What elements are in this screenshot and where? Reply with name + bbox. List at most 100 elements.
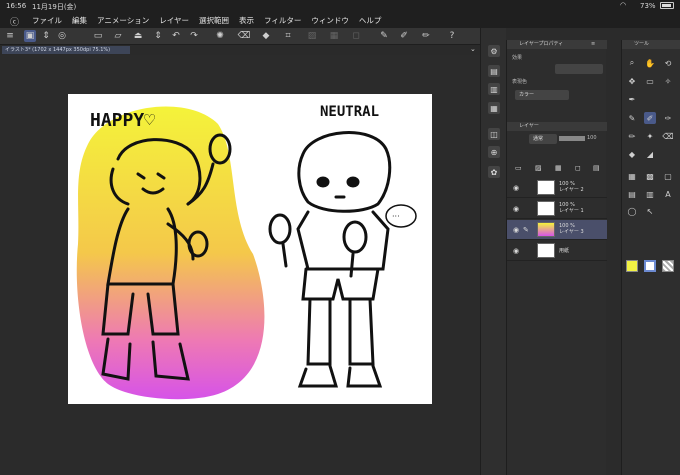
curve-icon[interactable]: ✐	[398, 30, 410, 42]
menu-selection[interactable]: 選択範囲	[199, 15, 229, 26]
fill-icon[interactable]: ◆	[260, 30, 272, 42]
blend-tool-icon[interactable]: ◆	[626, 148, 638, 160]
menu-animation[interactable]: アニメーション	[97, 15, 149, 26]
menu-dots-icon[interactable]: ≡	[591, 40, 595, 49]
eye-icon[interactable]: ◉	[513, 205, 519, 213]
layer-row[interactable]: ◉ 用紙	[507, 241, 607, 261]
figure-icon[interactable]: ▩	[644, 170, 656, 182]
transparent-color-swatch[interactable]	[662, 260, 674, 272]
brush-tool-icon[interactable]: ✑	[662, 112, 674, 124]
sub-color-swatch[interactable]	[644, 260, 656, 272]
color-label: 表現色	[512, 79, 528, 85]
delete-icon[interactable]: ▤	[593, 164, 600, 172]
new-canvas-icon[interactable]: ▣	[24, 30, 36, 42]
updown-icon-2[interactable]: ⇕	[152, 30, 164, 42]
color-mode-select[interactable]: カラー	[515, 90, 569, 100]
opacity-slider[interactable]	[559, 136, 585, 141]
layer-name: 用紙	[559, 248, 570, 254]
menu-bar: ⓒ ファイル 編集 アニメーション レイヤー 選択範囲 表示 フィルター ウィン…	[0, 12, 680, 28]
hand-icon[interactable]: ✋	[644, 57, 656, 69]
move-icon[interactable]: ✥	[626, 75, 638, 87]
ruler-tool-icon[interactable]: ▥	[644, 188, 656, 200]
app-logo-icon[interactable]: ⓒ	[10, 15, 19, 28]
layer-property-title: レイヤープロパティ	[519, 41, 564, 47]
brush-size-icon[interactable]: ▦	[488, 102, 500, 114]
drawing-paper[interactable]: HAPPY♡ NEUTRAL ···	[68, 94, 432, 404]
open-folder-icon[interactable]: ▱	[112, 30, 124, 42]
tool-panel-title: ツール	[634, 41, 650, 47]
pen-tool-icon[interactable]: ✎	[626, 112, 638, 124]
fill-tool-icon[interactable]: ◢	[644, 148, 656, 160]
date: 11月19日(金)	[32, 3, 77, 11]
tool-panel: ツール ⌕ ✋ ⟲ ✥ ▭ ✧ ✒ ✎ ✐ ✑ ✏ ✦ ⌫ ◆ ◢ ▦ ▩ ▢ …	[621, 40, 680, 475]
eraser-icon[interactable]: ⌫	[662, 130, 674, 142]
transform-icon[interactable]: ⌗	[282, 30, 294, 42]
blend-mode-select[interactable]: 通常	[529, 134, 557, 144]
text-icon[interactable]: A	[662, 188, 674, 200]
tool-property-icon[interactable]: ▥	[488, 83, 500, 95]
ruler-icon[interactable]: ✎	[378, 30, 390, 42]
magic-wand-icon[interactable]: ✧	[662, 75, 674, 87]
mask-icon[interactable]: ◻	[575, 164, 581, 172]
undo-icon[interactable]: ↶	[170, 30, 182, 42]
layer-icon[interactable]: ◫	[488, 128, 500, 140]
new-layer-icon[interactable]: ▭	[515, 164, 522, 172]
redo-icon[interactable]: ↷	[188, 30, 200, 42]
decoration-icon[interactable]: ✦	[644, 130, 656, 142]
hamburger-menu-icon[interactable]: ≡	[4, 30, 16, 42]
sub-tool-icon[interactable]: ▤	[488, 65, 500, 77]
menu-filter[interactable]: フィルター	[264, 15, 301, 26]
menu-layer[interactable]: レイヤー	[159, 15, 189, 26]
blend-mode-value: 通常	[533, 136, 544, 142]
select-rect-icon[interactable]: ▭	[644, 75, 656, 87]
help-icon[interactable]: ?	[446, 30, 458, 42]
new-vector-icon[interactable]: ▨	[535, 164, 542, 172]
crop-icon[interactable]: ▦	[328, 30, 340, 42]
clear-icon[interactable]: ⌫	[238, 30, 251, 42]
eyedropper-icon[interactable]: ✒	[626, 93, 638, 105]
pen-icon[interactable]: ✏	[420, 30, 432, 42]
deselect-icon[interactable]: ▨	[306, 30, 318, 42]
speech-bubble	[385, 204, 417, 228]
duplicate-icon[interactable]: ▦	[555, 164, 562, 172]
navigator-icon[interactable]: ⊕	[488, 146, 500, 158]
menu-window[interactable]: ウィンドウ	[311, 15, 349, 26]
correct-line-icon[interactable]: ↖	[644, 205, 656, 217]
panels-column: レイヤープロパティ ≡ 効果 表現色 カラー レイヤー 通常 100 ▭ ▨ ▦…	[506, 40, 607, 475]
eye-icon[interactable]: ◉	[513, 184, 519, 192]
eye-icon[interactable]: ◉	[513, 226, 519, 234]
layer-row[interactable]: ◉ ✎ 100 % レイヤー 3	[507, 220, 607, 240]
layer-property-header: レイヤープロパティ ≡	[507, 40, 607, 49]
zoom-icon[interactable]: ⌕	[626, 57, 638, 69]
chevron-down-icon[interactable]: ⌄	[470, 45, 476, 53]
new-file-icon[interactable]: ▭	[92, 30, 104, 42]
airbrush-icon[interactable]: ✏	[626, 130, 638, 142]
material-icon[interactable]: ✿	[488, 166, 500, 178]
save-icon[interactable]: ⏏	[132, 30, 144, 42]
updown-icon[interactable]: ⇕	[40, 30, 52, 42]
effect-selector[interactable]	[555, 64, 603, 74]
frame-icon[interactable]: ▤	[626, 188, 638, 200]
camera-icon[interactable]: ◎	[56, 30, 68, 42]
menu-help[interactable]: ヘルプ	[359, 15, 382, 26]
loading-icon[interactable]: ✺	[214, 30, 226, 42]
layer-row[interactable]: ◉ 100 % レイヤー 1	[507, 199, 607, 219]
main-color-swatch[interactable]	[626, 260, 638, 272]
gradient-icon[interactable]: ▦	[626, 170, 638, 182]
layer-thumbnail	[537, 201, 555, 216]
pencil-tool-icon[interactable]: ✐	[644, 112, 656, 124]
invert-icon[interactable]: ◻	[350, 30, 362, 42]
settings-gear-icon[interactable]: ⚙	[488, 45, 500, 57]
color-swatch-icon[interactable]: ▢	[662, 170, 674, 182]
rotate-icon[interactable]: ⟲	[662, 57, 674, 69]
menu-items: ファイル 編集 アニメーション レイヤー 選択範囲 表示 フィルター ウィンドウ…	[32, 15, 391, 26]
eye-icon[interactable]: ◉	[513, 247, 519, 255]
menu-edit[interactable]: 編集	[72, 15, 87, 26]
menu-view[interactable]: 表示	[239, 15, 254, 26]
layer-panel-header: レイヤー	[507, 122, 607, 131]
balloon-icon[interactable]: ◯	[626, 205, 638, 217]
menu-file[interactable]: ファイル	[32, 15, 62, 26]
tab-illustration[interactable]: イラスト3* (1702 x 1447px 350dpi 75.1%)	[2, 46, 130, 54]
layer-name: レイヤー 3	[559, 229, 584, 235]
layer-row[interactable]: ◉ 100 % レイヤー 2	[507, 178, 607, 198]
